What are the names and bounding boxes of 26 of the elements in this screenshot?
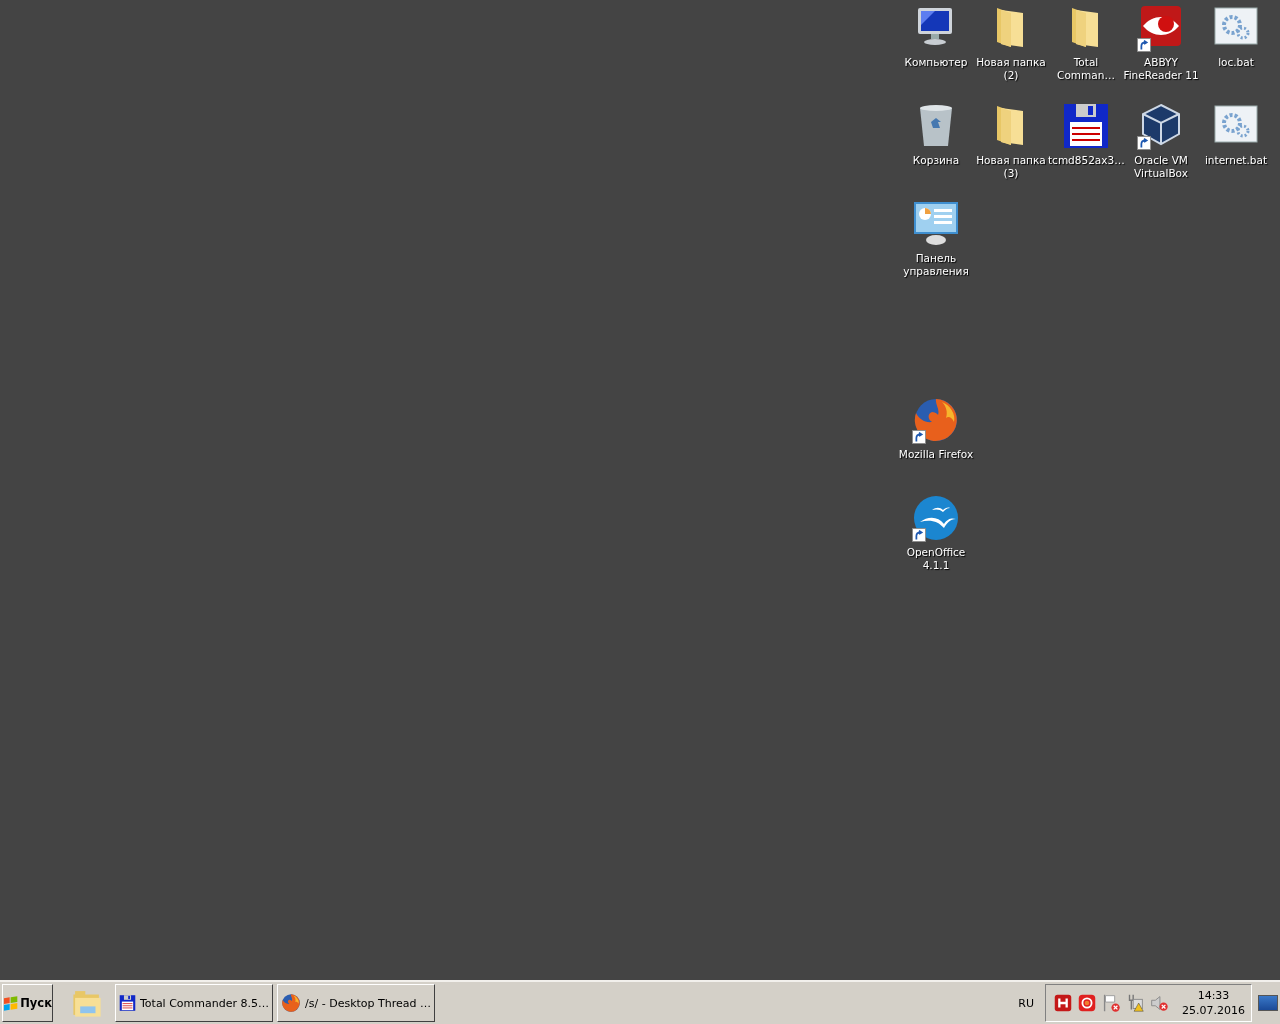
firefox-icon [912, 396, 960, 444]
start-button[interactable]: Пуск [2, 984, 53, 1022]
desktop-shortcut[interactable]: Mozilla Firefox [898, 396, 974, 461]
clock-time: 14:33 [1197, 988, 1230, 1003]
taskbar-button[interactable]: Total Commander 8.5… [115, 984, 273, 1022]
ring-icon[interactable] [1076, 992, 1098, 1014]
control-panel-icon [912, 200, 960, 248]
gulls-icon [912, 494, 960, 542]
taskbar-button[interactable]: /s/ - Desktop Thread … [277, 984, 435, 1022]
show-desktop-button[interactable] [1258, 995, 1278, 1011]
desktop-shortcut[interactable]: Компьютер [898, 4, 974, 69]
desktop-shortcut[interactable]: Корзина [898, 102, 974, 167]
desktop-shortcut[interactable]: Total Comman… [1048, 4, 1124, 82]
desktop-shortcut[interactable]: Панель управления [898, 200, 974, 278]
clock-date: 25.07.2016 [1182, 1003, 1245, 1018]
desktop-shortcut[interactable]: Oracle VM VirtualBox [1123, 102, 1199, 180]
windows-logo-icon [3, 995, 19, 1011]
clock[interactable]: 14:33 25.07.2016 [1182, 988, 1245, 1018]
desktop-shortcut[interactable]: Новая папка (3) [973, 102, 1049, 180]
desktop-shortcut[interactable]: Новая папка (2) [973, 4, 1049, 82]
desktop-shortcut[interactable]: OpenOffice 4.1.1 [898, 494, 974, 572]
h-letter-icon[interactable] [1052, 992, 1074, 1014]
desktop-shortcut[interactable]: internet.bat [1198, 102, 1274, 167]
desktop-shortcut[interactable]: tcmd852ax3… [1048, 102, 1124, 167]
desktop-shortcut[interactable]: loc.bat [1198, 4, 1274, 69]
desktop-shortcut[interactable]: ABBYY FineReader 11 [1123, 4, 1199, 82]
